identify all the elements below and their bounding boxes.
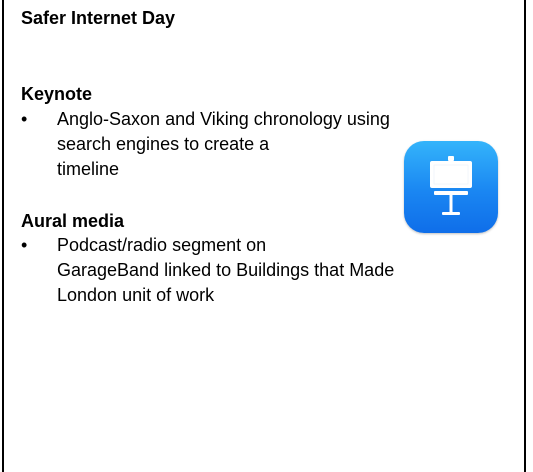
- section-heading-keynote: Keynote: [21, 84, 93, 104]
- list-item-keynote: • Anglo-Saxon and Viking chronology usin…: [21, 107, 390, 182]
- keynote-app-icon: [404, 141, 498, 233]
- bullet-marker: •: [21, 109, 28, 129]
- section-heading-aural-media: Aural media: [21, 211, 125, 231]
- bullet-text-aural-media: Podcast/radio segment on GarageBand link…: [57, 235, 395, 305]
- bullet-marker: •: [21, 235, 28, 255]
- keynote-podium-icon: [430, 156, 472, 215]
- list-item-aural-media: • Podcast/radio segment on GarageBand li…: [21, 233, 394, 308]
- bullet-text-keynote: Anglo-Saxon and Viking chronology using …: [57, 109, 390, 179]
- page-title: Safer Internet Day: [21, 8, 176, 28]
- content-cell: Safer Internet Day Keynote • Anglo-Saxon…: [2, 0, 526, 472]
